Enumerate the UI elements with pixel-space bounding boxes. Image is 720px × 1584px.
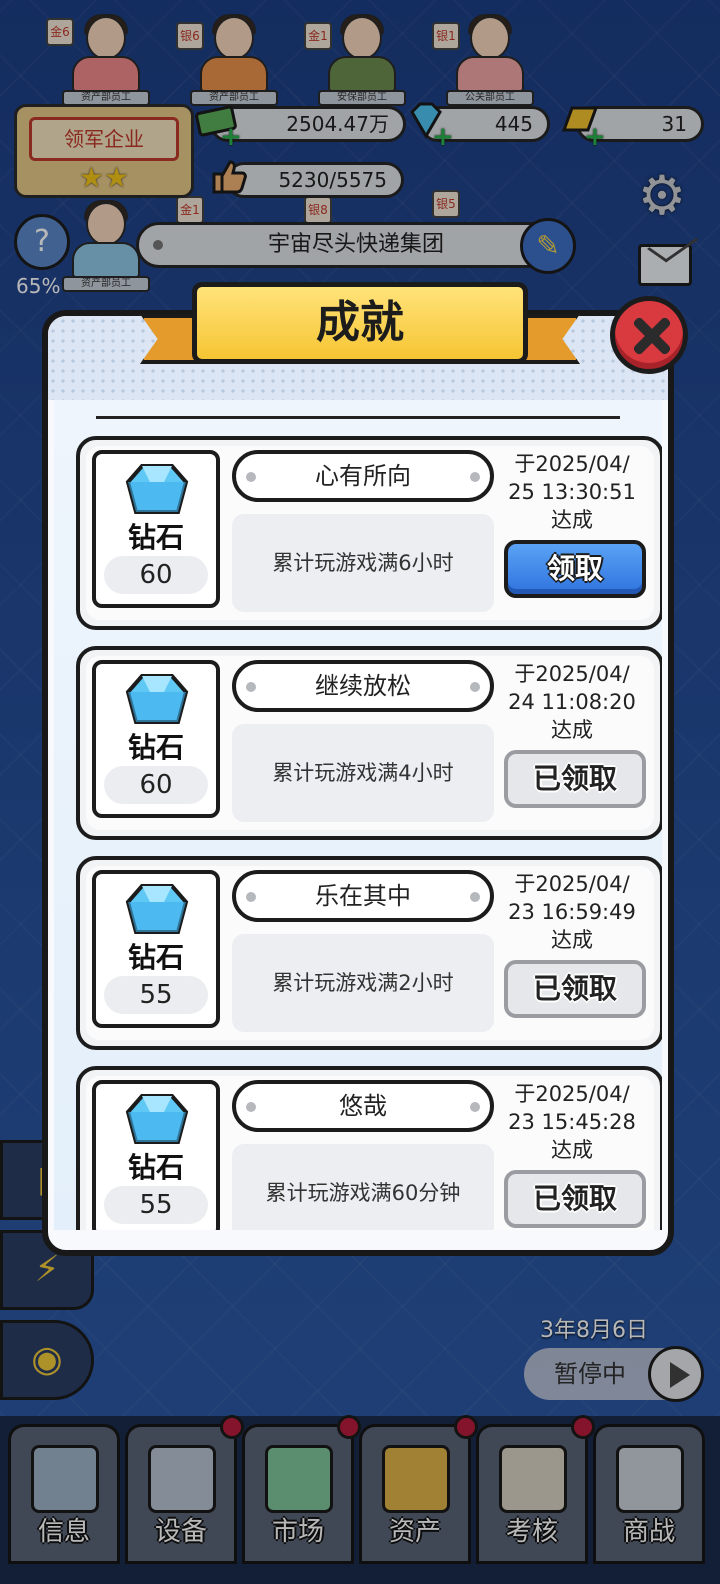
reward-quantity: 60 <box>104 766 208 804</box>
reward-quantity: 60 <box>104 556 208 594</box>
achievement-date: 于2025/04/ 24 11:08:20 达成 <box>508 662 636 742</box>
modal-title: 成就 <box>192 282 528 364</box>
achievement-description: 累计玩游戏满4小时 <box>232 724 494 822</box>
achievement-list[interactable]: 钻石 60 心有所向 累计玩游戏满6小时 于2025/04/ 25 13:30:… <box>54 400 662 1230</box>
achievement-card: 钻石 55 乐在其中 累计玩游戏满2小时 于2025/04/ 23 16:59:… <box>76 856 662 1050</box>
achievement-title: 继续放松 <box>232 660 494 712</box>
claim-button[interactable]: 领取 <box>504 540 646 598</box>
achievement-date: 于2025/04/ 25 13:30:51 达成 <box>508 452 636 532</box>
claimed-button[interactable]: 已领取 <box>504 1170 646 1228</box>
reward-box: 钻石 60 <box>92 660 220 818</box>
modal-title-banner: 成就 <box>140 280 580 376</box>
reward-name: 钻石 <box>127 521 184 554</box>
claimed-button[interactable]: 已领取 <box>504 960 646 1018</box>
achievement-card: 钻石 55 悠哉 累计玩游戏满60分钟 于2025/04/ 23 15:45:2… <box>76 1066 662 1230</box>
achievement-title: 心有所向 <box>232 450 494 502</box>
reward-box: 钻石 55 <box>92 1080 220 1230</box>
reward-name: 钻石 <box>127 731 184 764</box>
reward-name: 钻石 <box>127 1151 184 1184</box>
claimed-button[interactable]: 已领取 <box>504 750 646 808</box>
achievement-title: 乐在其中 <box>232 870 494 922</box>
achievement-card: 钻石 60 继续放松 累计玩游戏满4小时 于2025/04/ 24 11:08:… <box>76 646 662 840</box>
reward-box: 钻石 55 <box>92 870 220 1028</box>
reward-quantity: 55 <box>104 976 208 1014</box>
reward-box: 钻石 60 <box>92 450 220 608</box>
achievement-description: 累计玩游戏满6小时 <box>232 514 494 612</box>
close-icon[interactable] <box>610 296 688 374</box>
achievement-date: 于2025/04/ 23 15:45:28 达成 <box>508 1082 636 1162</box>
achievement-title: 悠哉 <box>232 1080 494 1132</box>
achievement-card: 钻石 60 心有所向 累计玩游戏满6小时 于2025/04/ 25 13:30:… <box>76 436 662 630</box>
achievement-date: 于2025/04/ 23 16:59:49 达成 <box>508 872 636 952</box>
achievement-description: 累计玩游戏满2小时 <box>232 934 494 1032</box>
achievement-description: 累计玩游戏满60分钟 <box>232 1144 494 1230</box>
reward-quantity: 55 <box>104 1186 208 1224</box>
achievements-modal: 钻石 60 心有所向 累计玩游戏满6小时 于2025/04/ 25 13:30:… <box>42 310 674 1256</box>
reward-name: 钻石 <box>127 941 184 974</box>
